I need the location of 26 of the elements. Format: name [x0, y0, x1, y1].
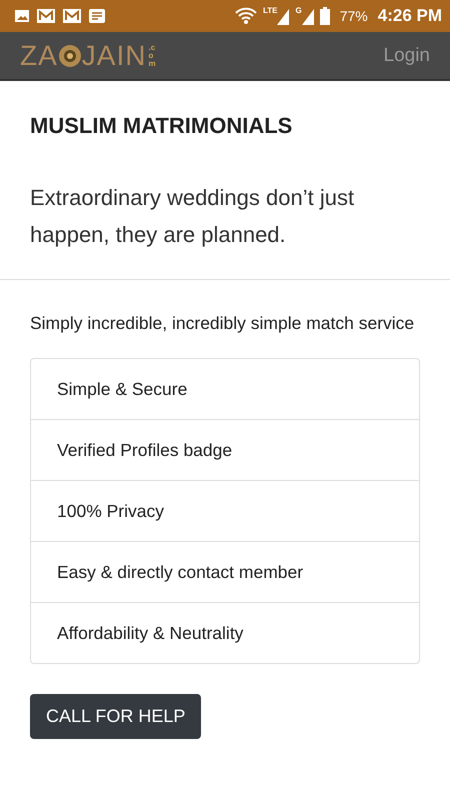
- battery-icon: [320, 7, 330, 25]
- page-heading: MUSLIM MATRIMONIALS: [30, 113, 294, 139]
- lead-text: Extraordinary weddings don’t just happen, they are planned.: [30, 184, 356, 249]
- mail-icon: [36, 8, 56, 24]
- feature-item: Affordability & Neutrality: [31, 602, 419, 663]
- logo-suffix: .com: [148, 44, 156, 68]
- call-for-help-button[interactable]: CALL FOR HELP: [30, 694, 202, 739]
- login-link[interactable]: Login: [384, 44, 430, 66]
- image-icon: [14, 8, 30, 24]
- intro-text: Simply incredible, incredibly simple match service: [30, 312, 416, 335]
- logo-emblem-icon: [58, 44, 82, 68]
- feature-item: Verified Profiles badge: [31, 419, 419, 480]
- clock: 4:26 PM: [378, 6, 442, 26]
- wifi-icon: [234, 7, 257, 25]
- logo-text[interactable]: JAIN: [82, 40, 146, 72]
- message-icon: [88, 8, 106, 24]
- logo-text[interactable]: ZA: [20, 40, 58, 72]
- feature-item: 100% Privacy: [31, 480, 419, 541]
- signal-icon: [302, 7, 314, 25]
- mail-icon: [62, 8, 82, 24]
- signal-icon: [277, 7, 290, 25]
- network-label: G: [295, 6, 302, 15]
- battery-percent: 77%: [340, 8, 368, 24]
- feature-item: Simple & Secure: [56, 378, 188, 401]
- network-label: LTE: [262, 6, 278, 15]
- feature-item: Easy & directly contact member: [31, 541, 419, 602]
